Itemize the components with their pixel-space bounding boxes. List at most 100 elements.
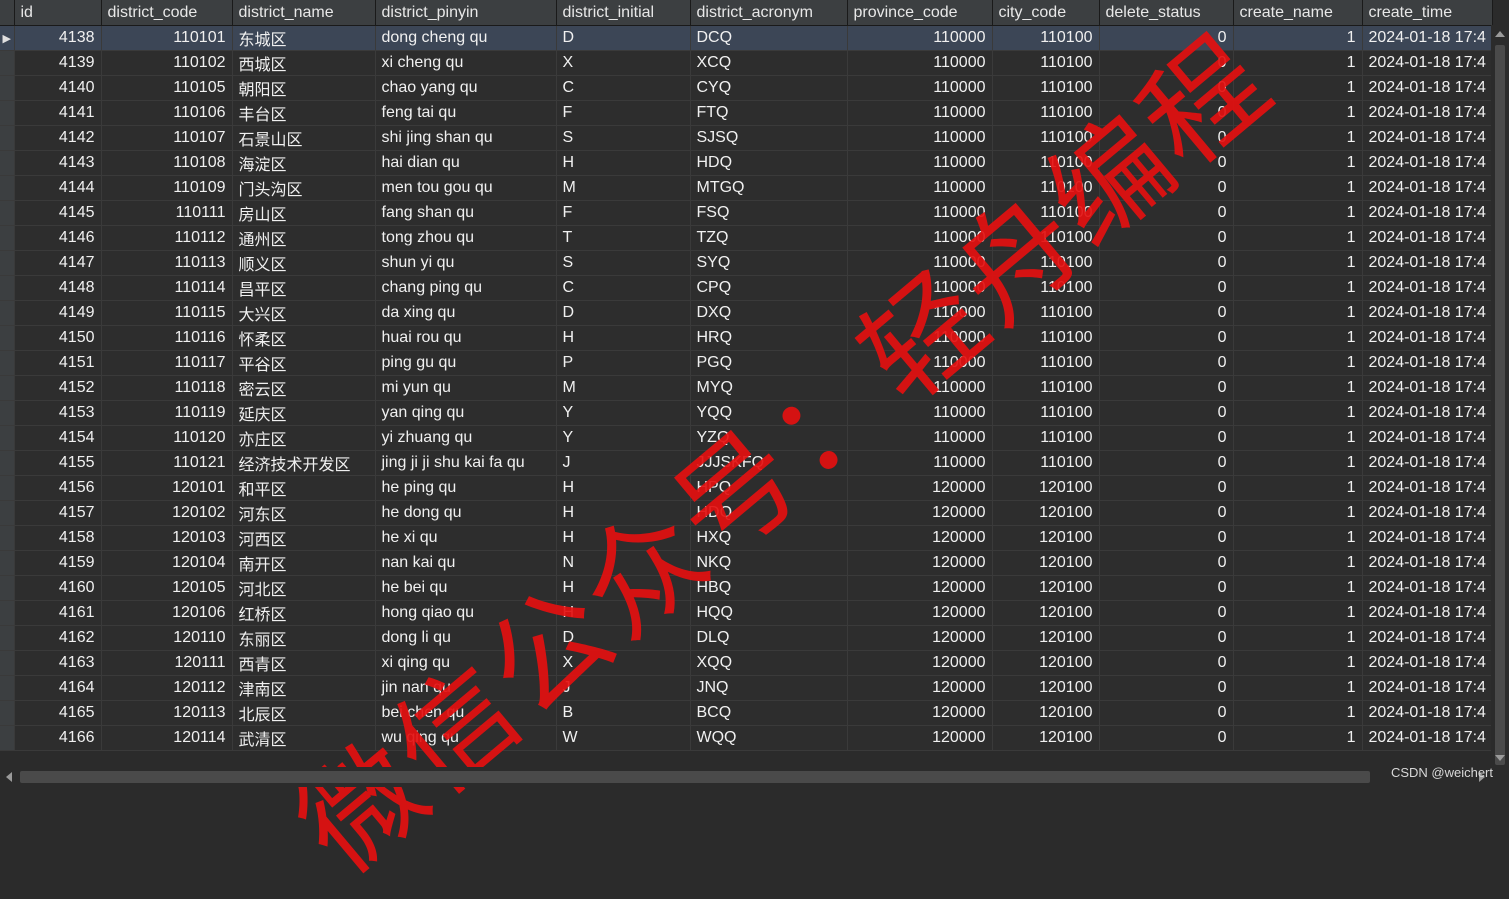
column-header-delete-status[interactable]: delete_status (1099, 0, 1234, 26)
cell-district-pinyin[interactable]: chang ping qu (375, 275, 557, 301)
cell-city-code[interactable]: 120100 (992, 500, 1100, 526)
cell-district-acronym[interactable]: XCQ (690, 50, 848, 76)
cell-district-pinyin[interactable]: he xi qu (375, 525, 557, 551)
cell-city-code[interactable]: 110100 (992, 400, 1100, 426)
cell-district-initial[interactable]: M (556, 175, 691, 201)
cell-city-code[interactable]: 110100 (992, 25, 1100, 51)
cell-district-initial[interactable]: H (556, 525, 691, 551)
cell-district-pinyin[interactable]: xi qing qu (375, 650, 557, 676)
cell-id[interactable]: 4149 (14, 300, 102, 326)
cell-delete-status[interactable]: 0 (1099, 200, 1234, 226)
table-row[interactable]: 4151 110117 平谷区 ping gu qu P PGQ 110000 110100 0… (0, 350, 1493, 376)
cell-province-code[interactable]: 110000 (847, 75, 993, 101)
cell-province-code[interactable]: 110000 (847, 325, 993, 351)
cell-district-name[interactable]: 门头沟区 (232, 175, 376, 201)
cell-district-pinyin[interactable]: wu qing qu (375, 725, 557, 751)
cell-city-code[interactable]: 120100 (992, 525, 1100, 551)
cell-create-time[interactable]: 2024-01-18 17:4 (1362, 575, 1493, 601)
cell-id[interactable]: 4140 (14, 75, 102, 101)
scroll-down-arrow-icon[interactable] (1495, 755, 1505, 761)
cell-create-time[interactable]: 2024-01-18 17:4 (1362, 250, 1493, 276)
table-row[interactable]: 4139 110102 西城区 xi cheng qu X XCQ 110000 110100… (0, 50, 1493, 76)
horizontal-scrollbar[interactable] (0, 767, 1491, 787)
cell-city-code[interactable]: 110100 (992, 450, 1100, 476)
table-row[interactable]: ▶ 4138 110101 东城区 dong cheng qu D DCQ 110000 110… (0, 25, 1493, 51)
cell-district-code[interactable]: 120114 (101, 725, 233, 751)
row-selector[interactable] (0, 700, 15, 726)
row-selector[interactable] (0, 325, 15, 351)
cell-delete-status[interactable]: 0 (1099, 550, 1234, 576)
cell-district-code[interactable]: 110114 (101, 275, 233, 301)
cell-id[interactable]: 4148 (14, 275, 102, 301)
table-row[interactable]: 4156 120101 和平区 he ping qu H HPQ 120000 120100 0… (0, 475, 1493, 501)
cell-district-code[interactable]: 110107 (101, 125, 233, 151)
cell-district-name[interactable]: 武清区 (232, 725, 376, 751)
cell-district-initial[interactable]: H (556, 325, 691, 351)
column-header-district-pinyin[interactable]: district_pinyin (375, 0, 557, 26)
cell-id[interactable]: 4163 (14, 650, 102, 676)
row-selector[interactable] (0, 400, 15, 426)
cell-district-acronym[interactable]: TZQ (690, 225, 848, 251)
cell-province-code[interactable]: 120000 (847, 625, 993, 651)
cell-district-code[interactable]: 110112 (101, 225, 233, 251)
cell-province-code[interactable]: 120000 (847, 600, 993, 626)
cell-district-initial[interactable]: Y (556, 425, 691, 451)
cell-create-name[interactable]: 1 (1233, 200, 1363, 226)
row-selector[interactable] (0, 525, 15, 551)
cell-delete-status[interactable]: 0 (1099, 575, 1234, 601)
cell-district-initial[interactable]: J (556, 675, 691, 701)
cell-district-name[interactable]: 西城区 (232, 50, 376, 76)
cell-district-name[interactable]: 朝阳区 (232, 75, 376, 101)
cell-district-initial[interactable]: H (556, 600, 691, 626)
cell-province-code[interactable]: 110000 (847, 400, 993, 426)
cell-district-name[interactable]: 大兴区 (232, 300, 376, 326)
cell-create-time[interactable]: 2024-01-18 17:4 (1362, 225, 1493, 251)
cell-district-acronym[interactable]: JNQ (690, 675, 848, 701)
cell-id[interactable]: 4159 (14, 550, 102, 576)
cell-create-name[interactable]: 1 (1233, 625, 1363, 651)
cell-create-time[interactable]: 2024-01-18 17:4 (1362, 525, 1493, 551)
cell-city-code[interactable]: 110100 (992, 325, 1100, 351)
cell-create-time[interactable]: 2024-01-18 17:4 (1362, 300, 1493, 326)
cell-district-name[interactable]: 北辰区 (232, 700, 376, 726)
cell-district-acronym[interactable]: DCQ (690, 25, 848, 51)
cell-district-code[interactable]: 110120 (101, 425, 233, 451)
cell-id[interactable]: 4138 (14, 25, 102, 51)
cell-district-pinyin[interactable]: hong qiao qu (375, 600, 557, 626)
column-header-create-time[interactable]: create_time (1362, 0, 1493, 26)
cell-create-name[interactable]: 1 (1233, 400, 1363, 426)
cell-id[interactable]: 4145 (14, 200, 102, 226)
cell-district-pinyin[interactable]: feng tai qu (375, 100, 557, 126)
cell-district-code[interactable]: 120110 (101, 625, 233, 651)
cell-district-pinyin[interactable]: he dong qu (375, 500, 557, 526)
cell-district-code[interactable]: 110105 (101, 75, 233, 101)
cell-district-acronym[interactable]: PGQ (690, 350, 848, 376)
cell-delete-status[interactable]: 0 (1099, 350, 1234, 376)
cell-city-code[interactable]: 110100 (992, 75, 1100, 101)
cell-create-time[interactable]: 2024-01-18 17:4 (1362, 700, 1493, 726)
cell-delete-status[interactable]: 0 (1099, 150, 1234, 176)
column-header-create-name[interactable]: create_name (1233, 0, 1363, 26)
cell-id[interactable]: 4146 (14, 225, 102, 251)
cell-id[interactable]: 4157 (14, 500, 102, 526)
row-selector[interactable] (0, 375, 15, 401)
table-row[interactable]: 4148 110114 昌平区 chang ping qu C CPQ 110000 1101… (0, 275, 1493, 301)
cell-district-acronym[interactable]: FSQ (690, 200, 848, 226)
cell-create-time[interactable]: 2024-01-18 17:4 (1362, 375, 1493, 401)
cell-city-code[interactable]: 120100 (992, 600, 1100, 626)
cell-create-name[interactable]: 1 (1233, 350, 1363, 376)
table-row[interactable]: 4161 120106 红桥区 hong qiao qu H HQQ 120000 12010… (0, 600, 1493, 626)
cell-district-name[interactable]: 海淀区 (232, 150, 376, 176)
row-selector[interactable] (0, 50, 15, 76)
cell-province-code[interactable]: 120000 (847, 700, 993, 726)
cell-district-code[interactable]: 110121 (101, 450, 233, 476)
cell-district-code[interactable]: 120113 (101, 700, 233, 726)
cell-city-code[interactable]: 110100 (992, 150, 1100, 176)
table-row[interactable]: 4165 120113 北辰区 bei chen qu B BCQ 120000 120100… (0, 700, 1493, 726)
horizontal-scroll-thumb[interactable] (20, 771, 1370, 783)
cell-district-acronym[interactable]: FTQ (690, 100, 848, 126)
cell-city-code[interactable]: 110100 (992, 375, 1100, 401)
cell-city-code[interactable]: 120100 (992, 700, 1100, 726)
table-row[interactable]: 4166 120114 武清区 wu qing qu W WQQ 120000 120100 0… (0, 725, 1493, 751)
cell-delete-status[interactable]: 0 (1099, 75, 1234, 101)
